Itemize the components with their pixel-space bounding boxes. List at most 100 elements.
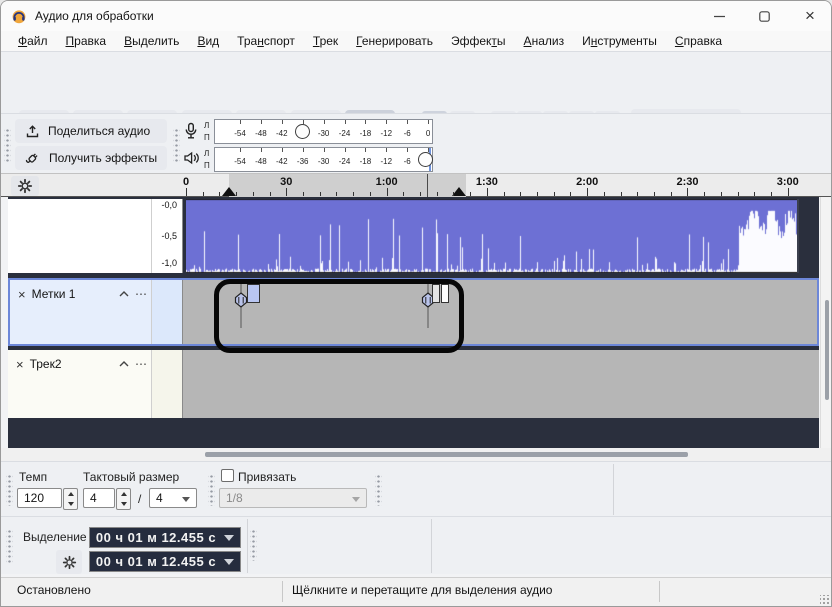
window-resize-grip[interactable] [820,595,830,605]
meter-scale-value: -30 [315,129,333,138]
loop-start-handle[interactable] [222,187,236,196]
menu-item[interactable]: Инструменты [573,32,666,50]
status-divider [282,581,283,602]
selection-label: Выделение [23,530,87,544]
selection-start-field[interactable]: 00 ч 01 м 12.455 с [89,527,241,548]
label-textbox-selected[interactable] [247,284,260,303]
loop-region[interactable] [229,174,466,197]
menu-item[interactable]: Правка [57,32,116,50]
status-hint: Щёлкните и перетащите для выделения ауди… [292,583,552,597]
track2-content[interactable] [183,350,819,418]
track-menu-icon[interactable]: ⋯ [135,287,147,301]
plug-icon [25,150,41,166]
vruler-label: -0,5 [161,231,177,241]
playback-volume-knob[interactable] [418,152,433,167]
label-textbox[interactable] [441,284,449,303]
menu-item[interactable]: Вид [188,32,228,50]
collapse-chevron-icon[interactable] [119,291,129,297]
menu-item[interactable]: Трек [304,32,347,50]
selection-options-button[interactable] [56,550,82,574]
microphone-icon [182,122,200,143]
chevron-down-icon [224,535,234,541]
timesig-lower-value: 4 [156,491,163,505]
meter-scale-value: -48 [252,129,270,138]
menu-item[interactable]: Транспорт [228,32,304,50]
status-state: Остановлено [17,583,91,597]
snap-checkbox[interactable] [221,469,234,482]
track2-name[interactable]: Трек2 [30,357,62,371]
track-menu-icon[interactable]: ⋯ [135,357,147,371]
maximize-button[interactable] [741,1,787,31]
audio-clip[interactable] [186,199,799,273]
label-track-strip [151,280,183,344]
time-signature-label: Тактовый размер [83,470,179,484]
selection-toolbar: Выделение 00 ч 01 м 12.455 с 00 ч 01 м 1… [1,516,832,574]
horizontal-scrollbar[interactable] [1,448,832,461]
menu-item[interactable]: Анализ [515,32,574,50]
collapse-chevron-icon[interactable] [119,361,129,367]
label-textbox[interactable] [432,284,440,303]
label-track-panel[interactable]: × Метки 1 ⋯ [10,280,151,344]
toolbar-divider [613,464,614,515]
tempo-input[interactable]: 120 [17,488,62,508]
label-track-content[interactable] [183,280,817,344]
toolbar-grip[interactable] [173,128,180,162]
meter-scale-value: -24 [336,157,354,166]
horizontal-scrollbar-thumb[interactable] [205,452,688,457]
snap-select[interactable]: 1/8 [219,488,367,508]
status-bar: Остановлено Щёлкните и перетащите для вы… [1,577,832,607]
menu-item[interactable]: Файл [9,32,57,50]
toolbar-grip[interactable] [6,529,13,563]
menu-item[interactable]: Генерировать [347,32,442,50]
meter-scale-value: -54 [231,157,249,166]
window-title: Аудио для обработки [35,9,154,23]
meter-scale-value: -54 [231,129,249,138]
close-button[interactable]: × [787,1,832,31]
record-meter-right-label: П [204,132,210,143]
playback-meter-left-label: Л [204,148,209,159]
toolbar-grip[interactable] [6,474,13,506]
gear-icon [62,555,77,570]
chevron-down-icon [224,559,234,565]
toolbar-grip[interactable] [250,529,257,561]
meter-scale-value: 0 [419,129,437,138]
toolbar-grip[interactable] [208,474,215,506]
label-track-row[interactable]: × Метки 1 ⋯ [8,278,819,346]
ruler-label: 1:30 [476,176,498,188]
selection-end-field[interactable]: 00 ч 01 м 12.455 с [89,551,241,572]
selection-start-value: 00 ч 01 м 12.455 с [96,530,216,545]
meter-scale-value: -18 [356,157,374,166]
meter-scale-value: -12 [377,129,395,138]
audio-track-panel[interactable] [8,199,151,273]
playback-meter-right-label: П [204,160,210,171]
timeline-ruler[interactable]: 0301:001:302:002:303:00 [1,173,832,197]
menu-item[interactable]: Выделить [115,32,188,50]
tempo-spinner[interactable] [63,488,78,510]
toolbar-grip[interactable] [4,128,11,162]
track2-row[interactable]: × Трек2 ⋯ [8,350,819,418]
audio-track-row[interactable]: -0,0 -0,5 -1,0 [8,199,819,273]
share-audio-button[interactable]: Поделиться аудио [15,119,167,143]
menu-item[interactable]: Эффекты [442,32,515,50]
close-track-icon[interactable]: × [16,357,24,372]
audio-track-content[interactable] [183,199,819,273]
timesig-spinner[interactable] [116,488,131,510]
recording-meter[interactable]: -54-48-42-36-30-24-18-12-60 [214,119,433,144]
label-track-name[interactable]: Метки 1 [32,287,76,301]
vertical-scrollbar[interactable] [820,197,832,448]
menu-item[interactable]: Справка [666,32,731,50]
minimize-button[interactable] [696,1,742,31]
timesig-lower-select[interactable]: 4 [149,488,197,508]
playback-speaker-icon [183,150,201,169]
playback-meter[interactable]: -54-48-42-36-30-24-18-12-60 [214,147,433,172]
time-toolbar: Темп 120 Тактовый размер 4 / 4 Привязать… [1,461,832,516]
get-effects-button[interactable]: Получить эффекты [15,146,167,170]
track2-panel[interactable]: × Трек2 ⋯ [8,350,151,418]
vertical-scrollbar-thumb[interactable] [825,300,829,400]
close-track-icon[interactable]: × [18,287,26,302]
toolbar-grip[interactable] [375,474,382,506]
meter-scale-value: -42 [273,129,291,138]
recording-volume-knob[interactable] [295,124,310,139]
timesig-upper-input[interactable]: 4 [83,488,115,508]
timeline-options-button[interactable] [11,176,39,196]
